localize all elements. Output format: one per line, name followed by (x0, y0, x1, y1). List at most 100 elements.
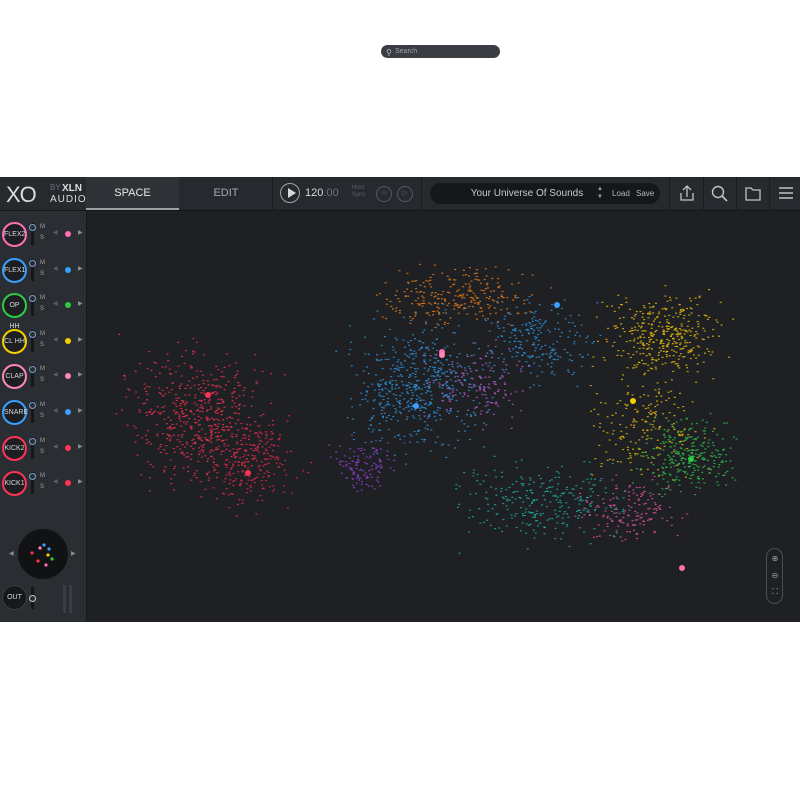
sound-dot[interactable] (432, 314, 435, 316)
sound-dot[interactable] (446, 370, 449, 373)
sound-dot[interactable] (534, 516, 536, 518)
sound-dot[interactable] (244, 461, 247, 463)
sound-dot[interactable] (671, 461, 673, 463)
sound-dot[interactable] (633, 346, 635, 348)
sound-dot[interactable] (649, 331, 652, 334)
sound-dot[interactable] (616, 402, 619, 405)
sound-dot[interactable] (693, 469, 696, 472)
sound-dot[interactable] (194, 441, 196, 443)
sound-dot[interactable] (420, 291, 423, 293)
sound-dot[interactable] (579, 492, 581, 494)
sound-dot[interactable] (628, 330, 631, 332)
sound-dot[interactable] (249, 430, 252, 432)
sound-dot[interactable] (672, 370, 675, 372)
sound-dot[interactable] (611, 520, 614, 522)
sound-dot[interactable] (375, 468, 378, 470)
sound-dot[interactable] (171, 427, 174, 429)
sound-dot[interactable] (466, 425, 469, 428)
sound-dot[interactable] (211, 433, 213, 435)
sound-dot[interactable] (378, 392, 381, 394)
solo-button[interactable]: S (40, 271, 44, 277)
sound-dot[interactable] (662, 413, 665, 415)
sound-dot[interactable] (550, 355, 553, 357)
sound-dot[interactable] (349, 325, 352, 327)
sound-dot[interactable] (224, 459, 227, 461)
sound-dot[interactable] (165, 423, 168, 425)
sound-dot[interactable] (427, 280, 430, 282)
sound-dot[interactable] (198, 410, 201, 412)
sound-dot[interactable] (439, 378, 442, 380)
sound-dot[interactable] (684, 329, 687, 331)
sound-dot[interactable] (673, 423, 675, 425)
prev-sample-icon[interactable]: ◀ (53, 229, 58, 236)
sound-dot[interactable] (482, 386, 485, 388)
sound-dot[interactable] (174, 413, 177, 415)
sound-dot[interactable] (200, 400, 203, 402)
sound-dot[interactable] (673, 403, 676, 405)
sound-dot[interactable] (578, 500, 581, 502)
sound-dot[interactable] (357, 455, 360, 457)
sound-dot[interactable] (671, 425, 674, 427)
sound-dot[interactable] (626, 367, 629, 369)
sound-dot[interactable] (654, 406, 657, 408)
sound-dot[interactable] (271, 419, 274, 422)
sound-dot[interactable] (681, 517, 684, 519)
play-pattern-button[interactable]: ▷ (397, 186, 413, 202)
sound-dot[interactable] (454, 268, 457, 271)
sound-dot[interactable] (198, 399, 201, 401)
sound-dot[interactable] (211, 449, 214, 452)
sound-dot[interactable] (495, 339, 497, 341)
sound-dot[interactable] (234, 375, 237, 377)
sound-dot[interactable] (180, 403, 183, 405)
sound-dot[interactable] (464, 430, 467, 432)
sound-dot[interactable] (556, 355, 559, 357)
sound-dot[interactable] (662, 333, 665, 335)
sound-dot[interactable] (513, 515, 516, 517)
sound-dot[interactable] (634, 452, 637, 455)
sound-dot[interactable] (671, 423, 674, 425)
sound-dot[interactable] (682, 308, 685, 310)
sound-dot[interactable] (502, 327, 505, 329)
sound-dot[interactable] (430, 303, 433, 305)
sound-dot[interactable] (222, 450, 225, 452)
sound-dot[interactable] (638, 439, 641, 441)
sound-dot[interactable] (695, 331, 698, 333)
sound-dot[interactable] (486, 303, 489, 306)
sound-dot[interactable] (357, 448, 360, 450)
sound-dot[interactable] (486, 498, 489, 500)
sound-dot[interactable] (381, 466, 384, 468)
sound-dot[interactable] (375, 358, 378, 360)
sound-dot[interactable] (462, 293, 465, 295)
sound-dot[interactable] (556, 522, 559, 524)
sound-dot[interactable] (461, 395, 464, 398)
sound-dot[interactable] (240, 480, 243, 482)
sound-dot[interactable] (521, 348, 523, 350)
sound-dot[interactable] (227, 380, 230, 382)
sound-dot[interactable] (491, 299, 494, 301)
sound-dot[interactable] (164, 466, 167, 468)
sound-dot[interactable] (379, 383, 382, 385)
sound-dot[interactable] (446, 345, 449, 347)
sound-dot[interactable] (367, 353, 370, 355)
sound-dot[interactable] (485, 412, 488, 414)
sound-dot[interactable] (607, 327, 609, 329)
sound-dot[interactable] (695, 337, 698, 339)
sound-dot[interactable] (377, 465, 380, 467)
sound-dot[interactable] (364, 441, 367, 444)
sound-dot[interactable] (565, 523, 568, 526)
sound-dot[interactable] (620, 521, 623, 523)
sound-dot[interactable] (196, 470, 198, 472)
sound-dot[interactable] (476, 269, 479, 271)
sound-dot[interactable] (244, 428, 246, 430)
sound-dot[interactable] (651, 498, 654, 500)
sound-dot[interactable] (660, 442, 662, 445)
sound-dot[interactable] (410, 408, 413, 410)
sound-dot[interactable] (474, 415, 477, 417)
sound-dot[interactable] (677, 453, 680, 455)
sound-dot[interactable] (589, 488, 592, 490)
sound-dot[interactable] (259, 415, 262, 417)
sound-dot[interactable] (470, 355, 473, 357)
sound-dot[interactable] (637, 498, 640, 500)
sound-dot[interactable] (212, 461, 215, 463)
sound-dot[interactable] (554, 538, 557, 540)
